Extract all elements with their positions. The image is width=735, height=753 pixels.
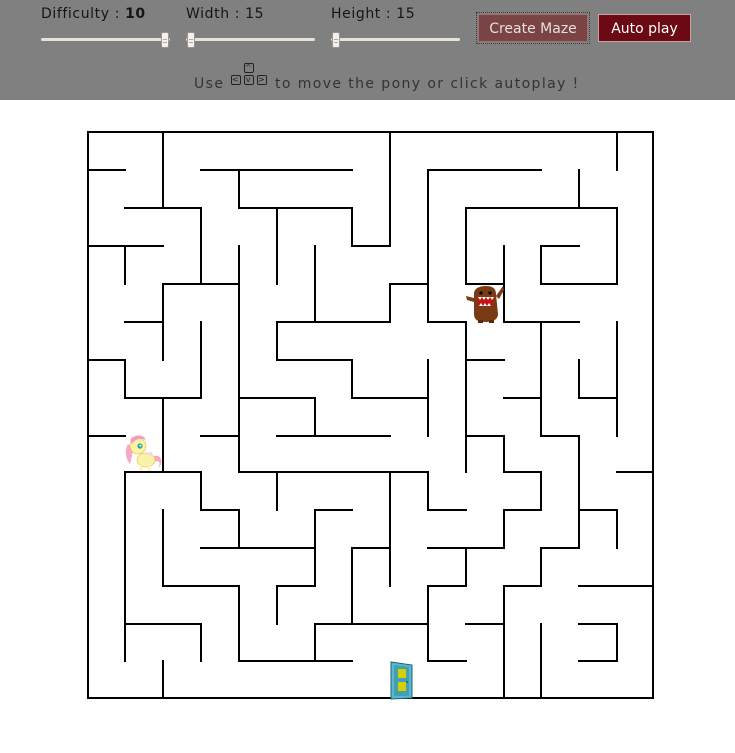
maze-walls <box>87 131 654 699</box>
pony-icon <box>125 435 162 471</box>
exit-door-icon <box>390 661 413 700</box>
maze-board <box>87 131 654 700</box>
monster-icon <box>466 286 504 323</box>
